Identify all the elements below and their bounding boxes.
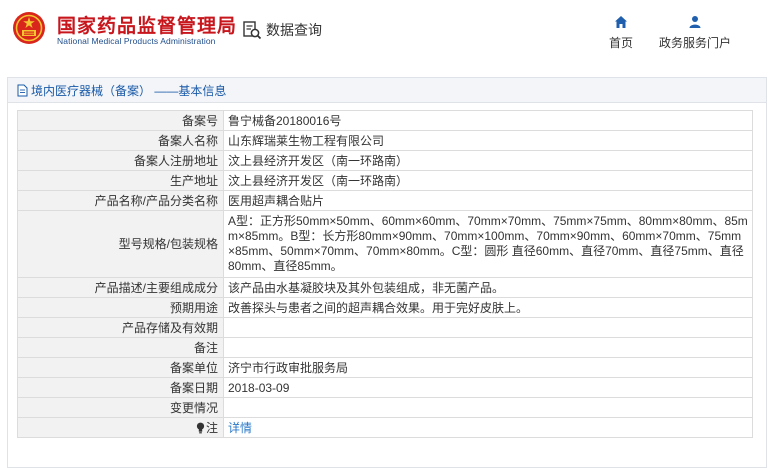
field-value-note: 详情 bbox=[223, 417, 753, 438]
table-row: 备注 bbox=[17, 337, 753, 358]
table-row: 注 详情 bbox=[17, 417, 753, 438]
user-icon bbox=[689, 16, 701, 28]
table-row: 生产地址 汶上县经济开发区（南一环路南） bbox=[17, 170, 753, 191]
field-value-storage-validity bbox=[223, 317, 753, 338]
note-label-text: 注 bbox=[205, 420, 218, 435]
table-row: 变更情况 bbox=[17, 397, 753, 418]
field-value-intended-use: 改善探头与患者之间的超声耦合效果。用于完好皮肤上。 bbox=[223, 297, 753, 318]
panel-title: 境内医疗器械（备案） ——基本信息 bbox=[31, 83, 227, 98]
field-value-remarks bbox=[223, 337, 753, 358]
data-query-link[interactable]: 数据查询 bbox=[242, 19, 322, 41]
details-link[interactable]: 详情 bbox=[228, 421, 252, 435]
table-row: 产品名称/产品分类名称 医用超声耦合贴片 bbox=[17, 190, 753, 211]
field-label-note: 注 bbox=[17, 417, 224, 438]
field-value-product-name: 医用超声耦合贴片 bbox=[223, 190, 753, 211]
field-label-model-spec: 型号规格/包装规格 bbox=[17, 210, 224, 278]
table-row: 备案人注册地址 汶上县经济开发区（南一环路南） bbox=[17, 150, 753, 171]
table-row: 产品存储及有效期 bbox=[17, 317, 753, 338]
panel-header: 境内医疗器械（备案） ——基本信息 bbox=[8, 78, 766, 103]
document-icon bbox=[17, 84, 28, 96]
site-logo-subtitle: National Medical Products Administration bbox=[57, 36, 216, 46]
table-row: 备案日期 2018-03-09 bbox=[17, 377, 753, 398]
record-detail-table: 备案号 鲁宁械备20180016号 备案人名称 山东辉瑞莱生物工程有限公司 备案… bbox=[17, 110, 753, 438]
table-row: 备案人名称 山东辉瑞莱生物工程有限公司 bbox=[17, 130, 753, 151]
nav-gov-service-portal[interactable]: 政务服务门户 bbox=[655, 15, 735, 51]
detail-panel: 境内医疗器械（备案） ——基本信息 备案号 鲁宁械备20180016号 备案人名… bbox=[7, 77, 767, 468]
field-label-filer-address: 备案人注册地址 bbox=[17, 150, 224, 171]
table-row: 备案单位 济宁市行政审批服务局 bbox=[17, 357, 753, 378]
field-value-filing-unit: 济宁市行政审批服务局 bbox=[223, 357, 753, 378]
nav-home-label: 首页 bbox=[608, 36, 633, 50]
data-query-label: 数据查询 bbox=[266, 22, 322, 38]
lightbulb-icon bbox=[196, 422, 205, 433]
home-icon bbox=[615, 16, 627, 28]
field-value-filer-name: 山东辉瑞莱生物工程有限公司 bbox=[223, 130, 753, 151]
field-value-change-status bbox=[223, 397, 753, 418]
field-value-filing-number: 鲁宁械备20180016号 bbox=[223, 110, 753, 131]
nav-home[interactable]: 首页 bbox=[604, 15, 638, 51]
field-value-product-description: 该产品由水基凝胶块及其外包装组成，非无菌产品。 bbox=[223, 277, 753, 298]
field-value-filer-address: 汶上县经济开发区（南一环路南） bbox=[223, 150, 753, 171]
field-label-intended-use: 预期用途 bbox=[17, 297, 224, 318]
site-header: 国家药品监督管理局 National Medical Products Admi… bbox=[0, 0, 769, 66]
table-row: 预期用途 改善探头与患者之间的超声耦合效果。用于完好皮肤上。 bbox=[17, 297, 753, 318]
table-row: 备案号 鲁宁械备20180016号 bbox=[17, 110, 753, 131]
field-label-filing-unit: 备案单位 bbox=[17, 357, 224, 378]
nav-gov-label: 政务服务门户 bbox=[658, 36, 731, 50]
search-document-icon bbox=[243, 21, 262, 40]
table-row: 型号规格/包装规格 A型：正方形50mm×50mm、60mm×60mm、70mm… bbox=[17, 210, 753, 278]
field-label-filing-date: 备案日期 bbox=[17, 377, 224, 398]
field-label-product-name: 产品名称/产品分类名称 bbox=[17, 190, 224, 211]
field-label-change-status: 变更情况 bbox=[17, 397, 224, 418]
table-row: 产品描述/主要组成成分 该产品由水基凝胶块及其外包装组成，非无菌产品。 bbox=[17, 277, 753, 298]
national-emblem-icon bbox=[13, 12, 45, 44]
field-label-product-description: 产品描述/主要组成成分 bbox=[17, 277, 224, 298]
field-value-model-spec: A型：正方形50mm×50mm、60mm×60mm、70mm×70mm、75mm… bbox=[223, 210, 753, 278]
field-value-filing-date: 2018-03-09 bbox=[223, 377, 753, 398]
field-label-filer-name: 备案人名称 bbox=[17, 130, 224, 151]
field-label-storage-validity: 产品存储及有效期 bbox=[17, 317, 224, 338]
field-value-production-address: 汶上县经济开发区（南一环路南） bbox=[223, 170, 753, 191]
field-label-filing-number: 备案号 bbox=[17, 110, 224, 131]
field-label-remarks: 备注 bbox=[17, 337, 224, 358]
field-label-production-address: 生产地址 bbox=[17, 170, 224, 191]
site-logo-title[interactable]: 国家药品监督管理局 bbox=[57, 11, 237, 38]
